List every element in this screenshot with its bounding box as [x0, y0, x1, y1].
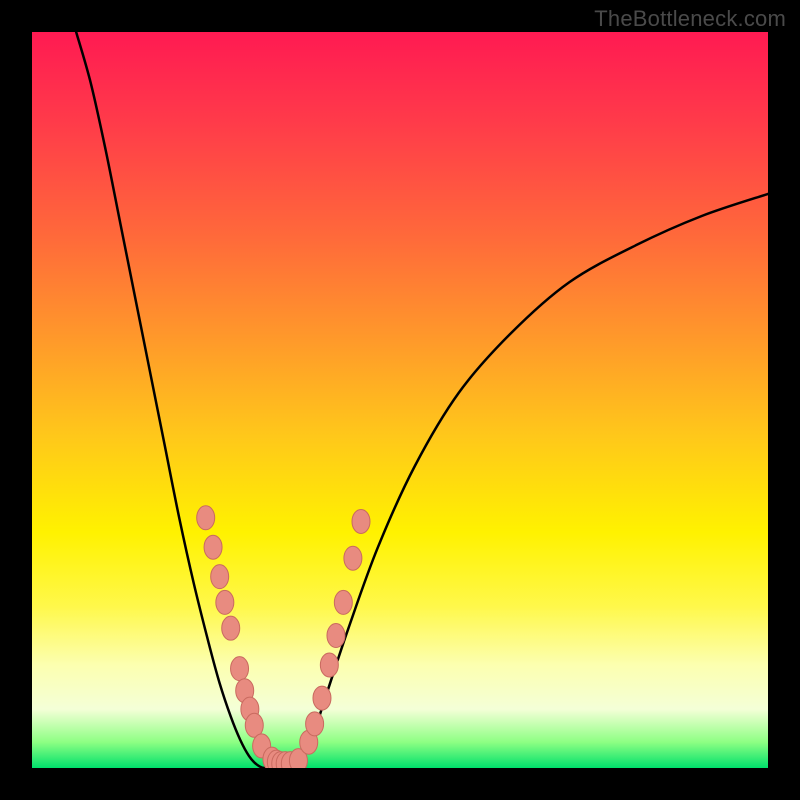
chart-svg [32, 32, 768, 768]
chart-stage: TheBottleneck.com [0, 0, 800, 800]
data-marker [327, 624, 345, 648]
bottleneck-curve [76, 32, 768, 768]
data-marker [204, 535, 222, 559]
watermark-text: TheBottleneck.com [594, 6, 786, 32]
data-markers [197, 506, 370, 768]
data-marker [216, 590, 234, 614]
data-marker [344, 546, 362, 570]
data-marker [313, 686, 331, 710]
data-marker [231, 657, 249, 681]
data-marker [197, 506, 215, 530]
data-marker [306, 712, 324, 736]
data-marker [320, 653, 338, 677]
data-marker [211, 565, 229, 589]
data-marker [334, 590, 352, 614]
data-marker [352, 509, 370, 533]
plot-area [32, 32, 768, 768]
data-marker [222, 616, 240, 640]
